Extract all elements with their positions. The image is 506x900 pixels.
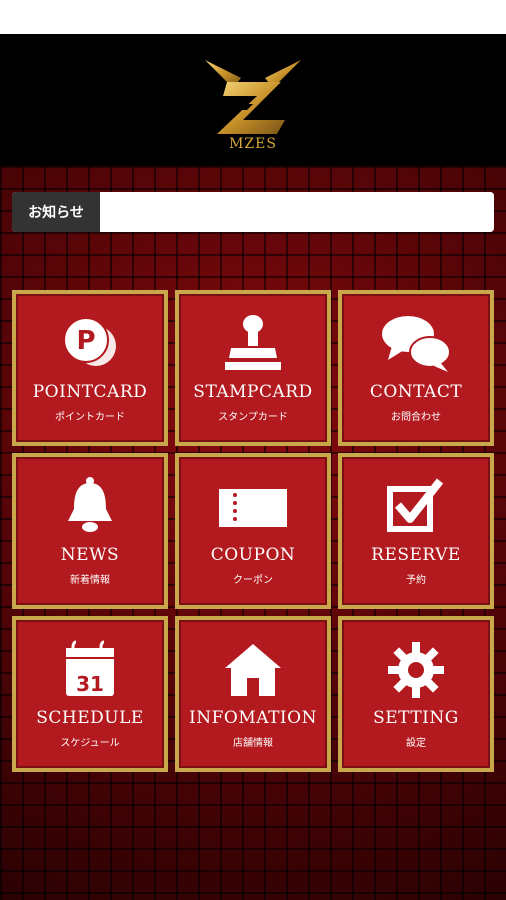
menu-tile-contact[interactable]: CONTACT お問合わせ <box>338 290 494 446</box>
tile-label: INFOMATION <box>189 708 317 728</box>
tile-sublabel: お問合わせ <box>391 412 441 423</box>
gear-icon <box>342 638 490 702</box>
svg-text:P: P <box>76 326 95 356</box>
house-icon <box>179 638 327 702</box>
tile-label: CONTACT <box>369 382 463 402</box>
tile-sublabel: 予約 <box>406 575 426 586</box>
ticket-icon <box>179 475 327 539</box>
tile-sublabel: スケジュール <box>60 738 120 749</box>
tile-sublabel: 新着情報 <box>70 575 110 586</box>
tile-sublabel: クーポン <box>233 575 273 586</box>
tile-sublabel: 店舗情報 <box>233 738 273 749</box>
tile-sublabel: スタンプカード <box>218 412 288 423</box>
notice-bar[interactable]: お知らせ <box>12 192 494 232</box>
point-icon: P <box>16 312 164 376</box>
tile-label: SCHEDULE <box>36 708 144 728</box>
notice-content[interactable] <box>100 192 494 232</box>
tile-label: POINTCARD <box>32 382 148 402</box>
checkbox-icon <box>342 475 490 539</box>
calendar-day: 31 <box>76 672 104 696</box>
tile-sublabel: ポイントカード <box>55 412 125 423</box>
status-bar <box>0 0 506 34</box>
stamp-icon <box>179 312 327 376</box>
menu-tile-reserve[interactable]: RESERVE 予約 <box>338 453 494 609</box>
menu-tile-news[interactable]: NEWS 新着情報 <box>12 453 168 609</box>
tile-label: RESERVE <box>371 545 461 565</box>
chat-bubbles-icon <box>342 312 490 376</box>
menu-tile-schedule[interactable]: 31 SCHEDULE スケジュール <box>12 616 168 772</box>
logo-text: MZES <box>229 136 277 152</box>
notice-label: お知らせ <box>12 192 100 232</box>
menu-tile-coupon[interactable]: COUPON クーポン <box>175 453 331 609</box>
app-header: MZES <box>0 34 506 166</box>
tile-label: NEWS <box>60 545 120 565</box>
tile-label: SETTING <box>373 708 459 728</box>
calendar-icon: 31 <box>16 638 164 702</box>
menu-tile-setting[interactable]: SETTING 設定 <box>338 616 494 772</box>
menu-tile-infomation[interactable]: INFOMATION 店舗情報 <box>175 616 331 772</box>
menu-tile-pointcard[interactable]: P POINTCARD ポイントカード <box>12 290 168 446</box>
tile-sublabel: 設定 <box>406 738 426 749</box>
tile-label: COUPON <box>210 545 296 565</box>
tile-label: STAMPCARD <box>193 382 313 402</box>
bell-icon <box>16 475 164 539</box>
menu-tile-stampcard[interactable]: STAMPCARD スタンプカード <box>175 290 331 446</box>
